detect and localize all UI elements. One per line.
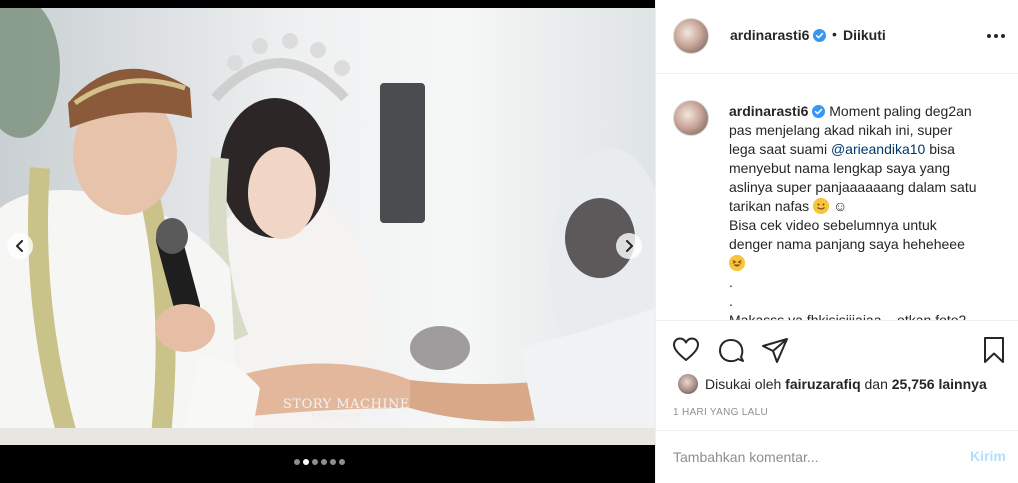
carousel-dot-active	[303, 459, 309, 465]
username-text[interactable]: ardinarasti6	[730, 27, 809, 43]
heart-icon[interactable]	[672, 336, 700, 364]
liked-by-username[interactable]: fairuzarafiq	[785, 376, 860, 392]
caption-text-line10: .	[729, 293, 733, 309]
verified-badge-icon	[812, 105, 826, 118]
caption-text-line6-extra: ☺	[832, 198, 848, 214]
media-top-bar	[0, 0, 655, 8]
post-side-panel: ardinarasti6 • Diikuti ardinarasti6 Mome…	[655, 0, 1018, 483]
caption-text-line5: aslinya super panjaaaaaang dalam satu	[729, 179, 977, 195]
likes-count[interactable]: 25,756	[892, 376, 935, 392]
carousel-dot	[321, 459, 327, 465]
likes-prefix: Disukai oleh	[705, 376, 782, 392]
liker-avatar[interactable]	[678, 374, 698, 394]
mention-link[interactable]: @arieandika10	[831, 141, 925, 157]
caption-text-line2: pas menjelang akad nikah ini, super	[729, 122, 953, 138]
carousel-dot	[339, 459, 345, 465]
photo-watermark: STORY MACHINE	[283, 397, 410, 412]
caption-text-line1: Moment paling deg2an	[829, 103, 972, 119]
chevron-right-icon	[626, 240, 633, 252]
likes-suffix[interactable]: lainnya	[938, 376, 986, 392]
post-caption: ardinarasti6 Moment paling deg2an pas me…	[729, 102, 997, 321]
likes-conjunction: dan	[864, 376, 888, 392]
caption-text-line7: Bisa cek video sebelumnya untuk	[729, 217, 937, 233]
follow-status-button[interactable]: Diikuti	[843, 27, 886, 43]
comments-section[interactable]: ardinarasti6 Moment paling deg2an pas me…	[656, 75, 1018, 321]
laughing-emoji-icon	[729, 255, 745, 271]
post-comment-button[interactable]: Kirim	[970, 448, 1006, 464]
caption-username[interactable]: ardinarasti6	[729, 103, 808, 119]
avatar[interactable]	[673, 18, 709, 54]
comment-icon[interactable]	[717, 336, 745, 364]
bookmark-icon[interactable]	[980, 336, 1008, 364]
carousel-dot	[330, 459, 336, 465]
smiling-emoji-icon	[813, 198, 830, 214]
chevron-left-icon	[16, 240, 23, 252]
caption-avatar[interactable]	[673, 100, 709, 136]
likes-summary: Disukai oleh fairuzarafiq dan 25,756 lai…	[678, 374, 987, 394]
carousel-next-button[interactable]	[616, 233, 642, 259]
caption-text-line4: menyebut nama lengkap saya yang	[729, 160, 951, 176]
caption-text-line3a: lega saat suami	[729, 141, 831, 157]
post-actions	[656, 322, 1018, 374]
post-photo[interactable]	[0, 8, 655, 445]
carousel-indicator	[294, 459, 345, 465]
caption-text-line9: .	[729, 274, 733, 290]
wedding-photo-illustration	[0, 8, 655, 445]
post-timestamp[interactable]: 1 HARI YANG LALU	[673, 407, 768, 418]
carousel-dot	[312, 459, 318, 465]
comment-input[interactable]	[673, 445, 963, 469]
caption-text-line6: tarikan nafas	[729, 198, 810, 214]
caption-text-line8: denger nama panjang saya heheheee	[729, 236, 965, 252]
post-header: ardinarasti6 • Diikuti	[656, 0, 1018, 74]
caption-text-line11: Makasss ya fhkjsisiiiaiaa....otkan foto2	[729, 312, 967, 321]
share-icon[interactable]	[761, 336, 789, 364]
photo-watermark-subtitle: PHOTOGRAPHY	[312, 413, 362, 419]
carousel-dot	[294, 459, 300, 465]
carousel-prev-button[interactable]	[7, 233, 33, 259]
header-username[interactable]: ardinarasti6	[730, 27, 827, 43]
add-comment-form: Kirim	[656, 430, 1018, 483]
separator-dot: •	[832, 26, 837, 42]
post-media: STORY MACHINE PHOTOGRAPHY	[0, 0, 655, 483]
caption-text-line3b: bisa	[925, 141, 955, 157]
more-options-icon[interactable]	[987, 28, 1007, 44]
verified-badge-icon	[813, 29, 827, 42]
